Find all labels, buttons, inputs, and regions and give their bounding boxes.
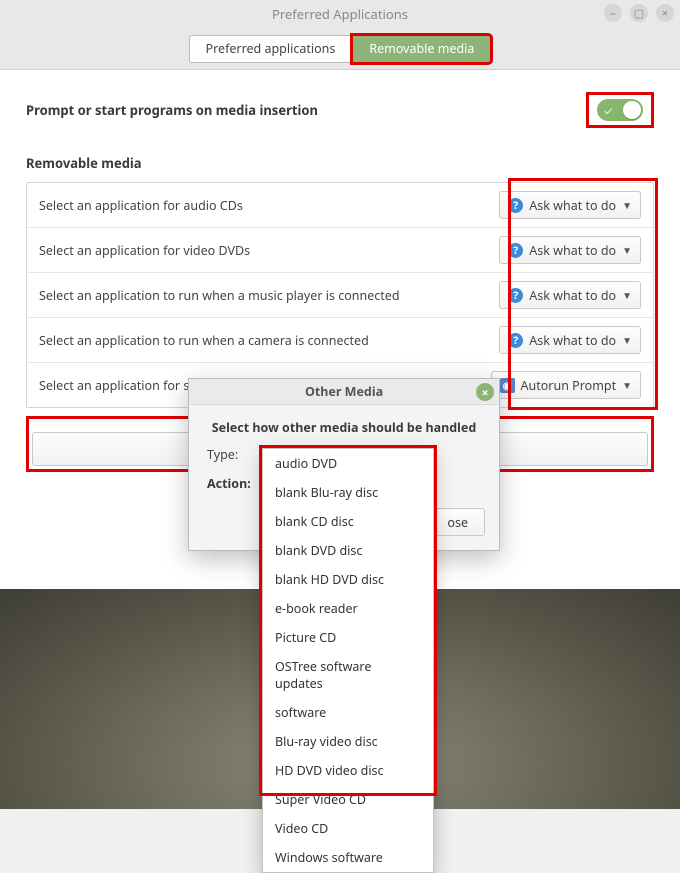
chevron-down-icon: ▼: [622, 288, 632, 302]
menu-item[interactable]: blank HD DVD disc: [263, 565, 433, 594]
dialog-close-button[interactable]: ×: [476, 383, 494, 401]
type-label: Type:: [207, 446, 265, 463]
row-label: Select an application to run when a musi…: [39, 287, 400, 304]
prompt-label: Prompt or start programs on media insert…: [26, 101, 318, 119]
select-value: Ask what to do: [529, 197, 616, 214]
tab-bar: Preferred applications Removable media: [0, 28, 680, 70]
row-audio-cd: Select an application for audio CDs ? As…: [27, 183, 653, 228]
check-icon: ✓: [604, 102, 612, 119]
dialog-title: Other Media: [305, 383, 383, 400]
toggle-knob: [623, 101, 641, 119]
menu-item[interactable]: audio DVD: [263, 449, 433, 478]
row-video-dvd: Select an application for video DVDs ? A…: [27, 228, 653, 273]
media-table: Select an application for audio CDs ? As…: [26, 182, 654, 408]
chevron-down-icon: ▼: [622, 243, 632, 257]
chevron-down-icon: ▼: [622, 198, 632, 212]
menu-item[interactable]: blank CD disc: [263, 507, 433, 536]
select-video-dvd[interactable]: ? Ask what to do ▼: [499, 236, 641, 264]
titlebar: Preferred Applications – ▢ ×: [0, 0, 680, 28]
menu-item[interactable]: e-book reader: [263, 594, 433, 623]
menu-item[interactable]: OSTree software updates: [263, 652, 433, 698]
row-camera: Select an application to run when a came…: [27, 318, 653, 363]
select-value: Ask what to do: [529, 287, 616, 304]
menu-item[interactable]: Super Video CD: [263, 785, 433, 814]
menu-item[interactable]: Video CD: [263, 814, 433, 843]
menu-item[interactable]: Picture CD: [263, 623, 433, 652]
menu-item[interactable]: software: [263, 698, 433, 727]
close-icon: ×: [482, 384, 489, 401]
dialog-close-btn[interactable]: ose: [430, 508, 485, 536]
maximize-button[interactable]: ▢: [630, 4, 648, 22]
prompt-toggle[interactable]: ✓: [597, 99, 643, 121]
menu-item[interactable]: Windows software: [263, 843, 433, 872]
row-label: Select an application to run when a came…: [39, 332, 369, 349]
select-value: Ask what to do: [529, 242, 616, 259]
menu-item[interactable]: blank Blu-ray disc: [263, 478, 433, 507]
question-icon: ?: [508, 288, 523, 303]
section-title: Removable media: [26, 154, 654, 172]
chevron-down-icon: ▼: [622, 333, 632, 347]
select-music-player[interactable]: ? Ask what to do ▼: [499, 281, 641, 309]
close-button[interactable]: ×: [656, 4, 674, 22]
select-value: Autorun Prompt: [521, 377, 617, 394]
menu-item[interactable]: HD DVD video disc: [263, 756, 433, 785]
question-icon: ?: [508, 333, 523, 348]
question-icon: ?: [508, 198, 523, 213]
menu-item[interactable]: Blu-ray video disc: [263, 727, 433, 756]
select-software-cd[interactable]: ◉ Autorun Prompt ▼: [491, 371, 641, 399]
type-dropdown-menu[interactable]: audio DVD blank Blu-ray disc blank CD di…: [262, 448, 434, 873]
window-title: Preferred Applications: [272, 5, 408, 23]
select-audio-cd[interactable]: ? Ask what to do ▼: [499, 191, 641, 219]
row-label: Select an application for video DVDs: [39, 242, 250, 259]
question-icon: ?: [508, 243, 523, 258]
tab-label: Removable media: [369, 40, 474, 57]
select-value: Ask what to do: [529, 332, 616, 349]
row-label: Select an application for audio CDs: [39, 197, 243, 214]
chevron-down-icon: ▼: [622, 378, 632, 392]
action-label: Action:: [207, 475, 265, 492]
tab-label: Preferred applications: [206, 40, 336, 57]
dialog-subtitle: Select how other media should be handled: [189, 405, 499, 446]
select-camera[interactable]: ? Ask what to do ▼: [499, 326, 641, 354]
tab-preferred-applications[interactable]: Preferred applications: [189, 35, 353, 63]
menu-item[interactable]: blank DVD disc: [263, 536, 433, 565]
autorun-icon: ◉: [500, 378, 515, 393]
dialog-titlebar: Other Media ×: [189, 379, 499, 405]
tab-removable-media[interactable]: Removable media: [352, 35, 491, 63]
row-music-player: Select an application to run when a musi…: [27, 273, 653, 318]
button-label: ose: [447, 514, 468, 531]
minimize-button[interactable]: –: [604, 4, 622, 22]
